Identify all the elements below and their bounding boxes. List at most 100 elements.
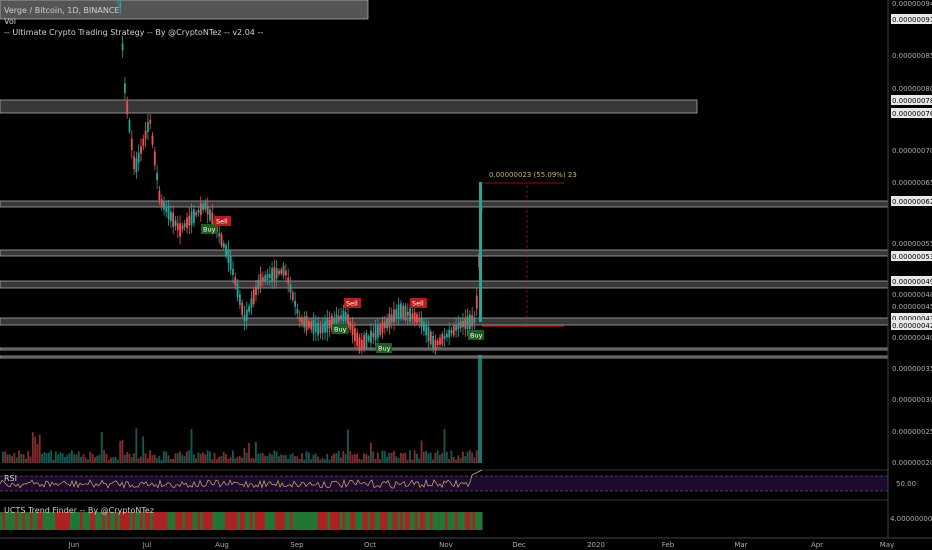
trend-finder-bar [455, 512, 458, 530]
trend-finder-label[interactable]: UCTS Trend Finder -- By @CryptoNTez [4, 506, 154, 515]
rsi-label[interactable]: RSI [4, 474, 17, 483]
volume-bar [20, 453, 23, 463]
volume-bar [172, 458, 174, 463]
volume-bar [386, 456, 388, 463]
candle [239, 294, 241, 305]
candle [133, 156, 135, 170]
trend-finder-bar [255, 512, 258, 530]
volume-bar [36, 443, 39, 463]
volume-bar [241, 457, 243, 463]
volume-bar [156, 457, 158, 463]
trend-finder-bar [225, 512, 228, 530]
trend-finder-bar [220, 512, 223, 530]
candle [117, 0, 119, 2]
volume-bar [266, 455, 269, 463]
volume-bar [18, 450, 20, 463]
candle [165, 206, 168, 213]
trend-finder-bar [232, 512, 235, 530]
volume-indicator-label[interactable]: Vol [4, 17, 16, 26]
volume-bar [436, 450, 439, 463]
volume-bar [255, 441, 257, 463]
volume-bar [195, 458, 197, 463]
zone-box [0, 317, 889, 326]
volume-bar [96, 455, 99, 463]
price-tick-label: 0.00000020 [892, 459, 932, 467]
volume-bar [462, 451, 464, 463]
volume-bar [252, 457, 255, 463]
candle [358, 336, 361, 352]
volume-bar [243, 447, 246, 463]
volume-bar [34, 436, 36, 463]
volume-bar [464, 456, 467, 463]
candle [262, 277, 264, 281]
trend-finder-bar [315, 512, 318, 530]
candle [248, 306, 250, 312]
trend-finder-bar [472, 512, 475, 530]
trend-finder-bar [475, 512, 478, 530]
volume-bar [41, 453, 43, 463]
candle [446, 333, 448, 338]
volume-bar [209, 451, 211, 463]
trend-finder-bar [427, 512, 430, 530]
trend-finder-bar [170, 512, 173, 530]
trend-finder-bar [177, 512, 180, 530]
price-tick-label: 0.00000053 [892, 253, 932, 261]
volume-bar [73, 454, 76, 463]
signal-sell-label: Sell [216, 218, 228, 226]
volume-bar [411, 459, 414, 463]
volume-bar [349, 451, 352, 463]
volume-bar [402, 453, 404, 463]
volume-bar [448, 459, 450, 463]
trend-finder-bar [275, 512, 278, 530]
price-tick-label: 0.00000091 [892, 16, 932, 24]
candle [271, 268, 273, 283]
candle [278, 270, 280, 275]
signal-buy-label: Buy [203, 226, 216, 234]
trend-finder-bar [372, 512, 375, 530]
candle [370, 330, 372, 344]
time-tick-label: 2020 [587, 541, 605, 549]
trend-finder-bar [240, 512, 243, 530]
candle [324, 321, 326, 333]
candle [342, 310, 345, 322]
trend-finder-bar [167, 512, 170, 530]
volume-bar [399, 452, 402, 463]
candle [135, 158, 138, 173]
volume-bar [121, 440, 124, 463]
volume-bar [282, 455, 285, 463]
candle [427, 326, 430, 342]
volume-bar [427, 453, 430, 463]
volume-bar [395, 456, 398, 463]
candle [469, 314, 471, 330]
symbol-title[interactable]: Verge / Bitcoin, 1D, BINANCE [4, 6, 120, 15]
trend-finder-bar [310, 512, 313, 530]
candle [308, 321, 310, 328]
volume-bar [103, 450, 105, 463]
volume-bar [468, 450, 471, 463]
price-tick-label: 0.00000055 [892, 240, 932, 248]
price-chart[interactable]: 0.00000023 (55.09%) 23BuySellBuySellBuyS… [0, 0, 932, 550]
volume-bar [229, 457, 232, 463]
volume-bar [11, 456, 13, 463]
candle [457, 323, 460, 330]
trend-finder-bar [242, 512, 245, 530]
trend-finder-bar [180, 512, 183, 530]
trend-finder-bar [270, 512, 273, 530]
trend-finder-bar [192, 512, 195, 530]
volume-bar [261, 453, 264, 463]
volume-bar [445, 451, 448, 463]
trend-finder-bar [397, 512, 400, 530]
volume-bar [89, 451, 92, 463]
trend-finder-bar [195, 512, 198, 530]
candle [204, 202, 207, 210]
candle [381, 322, 384, 333]
volume-bar [372, 451, 375, 463]
volume-bar [64, 456, 66, 463]
volume-bar [416, 453, 418, 463]
trend-finder-bar [245, 512, 248, 530]
volume-bar [425, 450, 427, 463]
strategy-indicator-label[interactable]: -- Ultimate Crypto Trading Strategy -- B… [4, 28, 263, 37]
volume-bar [48, 452, 50, 463]
trend-finder-bar [375, 512, 378, 530]
candle [142, 138, 145, 146]
